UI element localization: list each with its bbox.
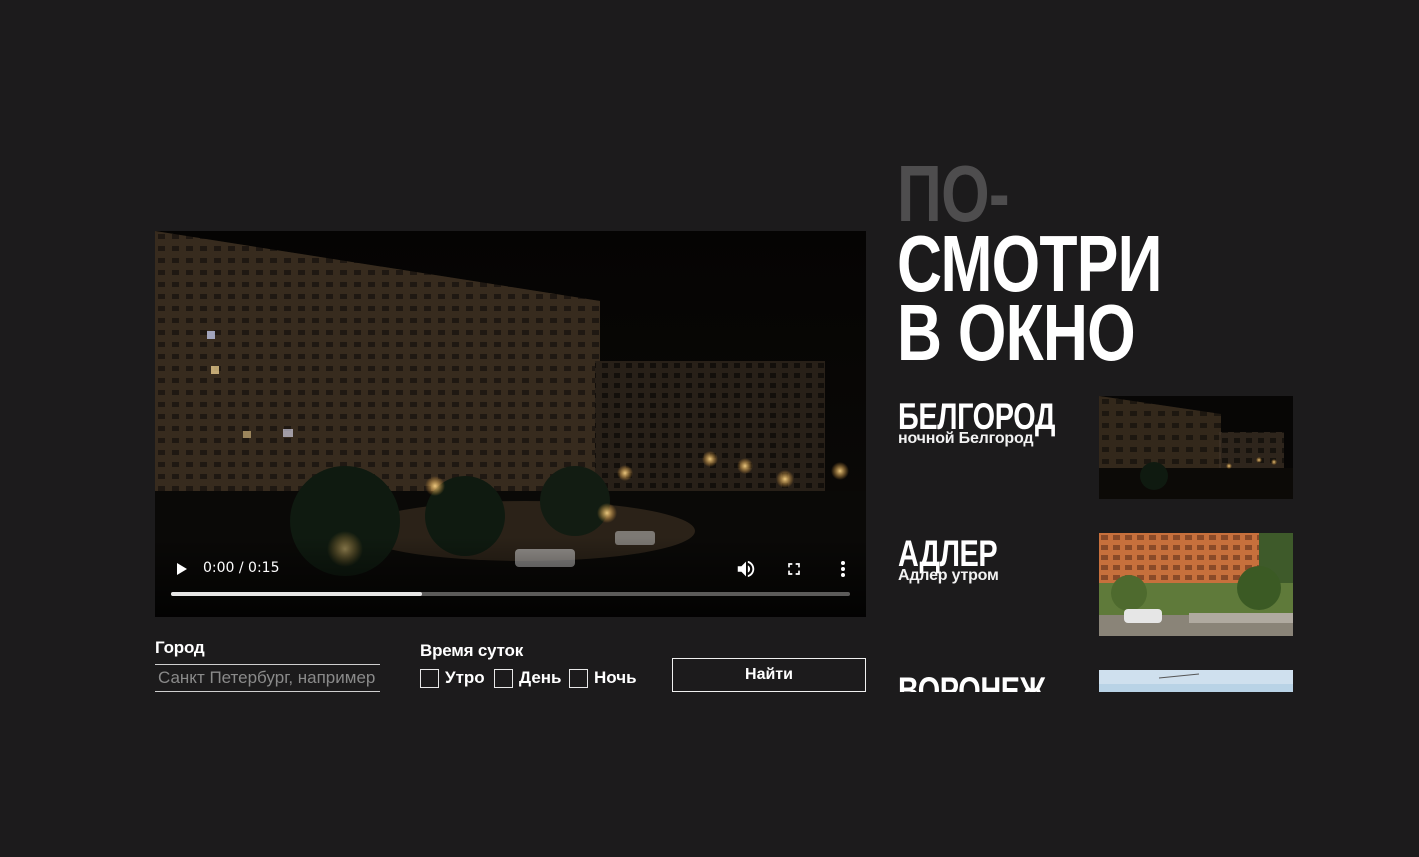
checkbox-box[interactable]: [420, 668, 439, 688]
checkbox-day[interactable]: День: [494, 668, 562, 688]
fullscreen-icon: [788, 563, 800, 575]
list-item-city: ВОРОНЕЖ: [898, 670, 1046, 692]
find-button[interactable]: Найти: [672, 658, 866, 692]
day-city-thumbnail: [1099, 670, 1293, 692]
list-item-description: ночной Белгород: [898, 430, 1034, 447]
list-item-thumbnail[interactable]: [1099, 670, 1293, 692]
list-item[interactable]: ВОРОНЕЖ: [897, 670, 1297, 692]
list-item[interactable]: АДЛЕР Адлер утром: [897, 533, 1297, 636]
checkbox-box[interactable]: [494, 668, 513, 688]
volume-button[interactable]: [735, 558, 757, 580]
list-item-thumbnail[interactable]: [1099, 533, 1293, 636]
time-of-day-label: Время суток: [420, 641, 524, 660]
play-icon: [177, 563, 187, 575]
video-progress-fill: [171, 592, 423, 596]
controls-shade: [155, 537, 866, 617]
page-title-line-3: В ОКНО: [897, 288, 1136, 377]
fullscreen-button[interactable]: [784, 559, 804, 579]
more-options-button[interactable]: [833, 558, 853, 580]
night-city-thumbnail: [1099, 396, 1293, 499]
video-player[interactable]: 0:00 / 0:15: [155, 231, 866, 617]
city-label: Город: [155, 638, 205, 657]
checkbox-morning[interactable]: Утро: [420, 668, 485, 688]
checkbox-label: Ночь: [594, 668, 637, 687]
city-input[interactable]: [155, 664, 380, 692]
morning-city-thumbnail: [1099, 533, 1293, 636]
list-item-description: Адлер утром: [898, 567, 999, 584]
checkbox-night[interactable]: Ночь: [569, 668, 637, 688]
list-item[interactable]: БЕЛГОРОД ночной Белгород: [897, 396, 1297, 499]
checkbox-label: День: [519, 668, 562, 687]
more-vertical-icon: [841, 561, 845, 577]
play-button[interactable]: [171, 559, 191, 579]
volume-icon: [737, 560, 755, 578]
checkbox-box[interactable]: [569, 668, 588, 688]
list-item-thumbnail[interactable]: [1099, 396, 1293, 499]
video-progress-bar[interactable]: [171, 592, 850, 596]
checkbox-label: Утро: [445, 668, 485, 687]
video-time: 0:00 / 0:15: [203, 560, 280, 576]
city-list: БЕЛГОРОД ночной Белгород АДЛЕР Адлер утр…: [897, 396, 1297, 692]
